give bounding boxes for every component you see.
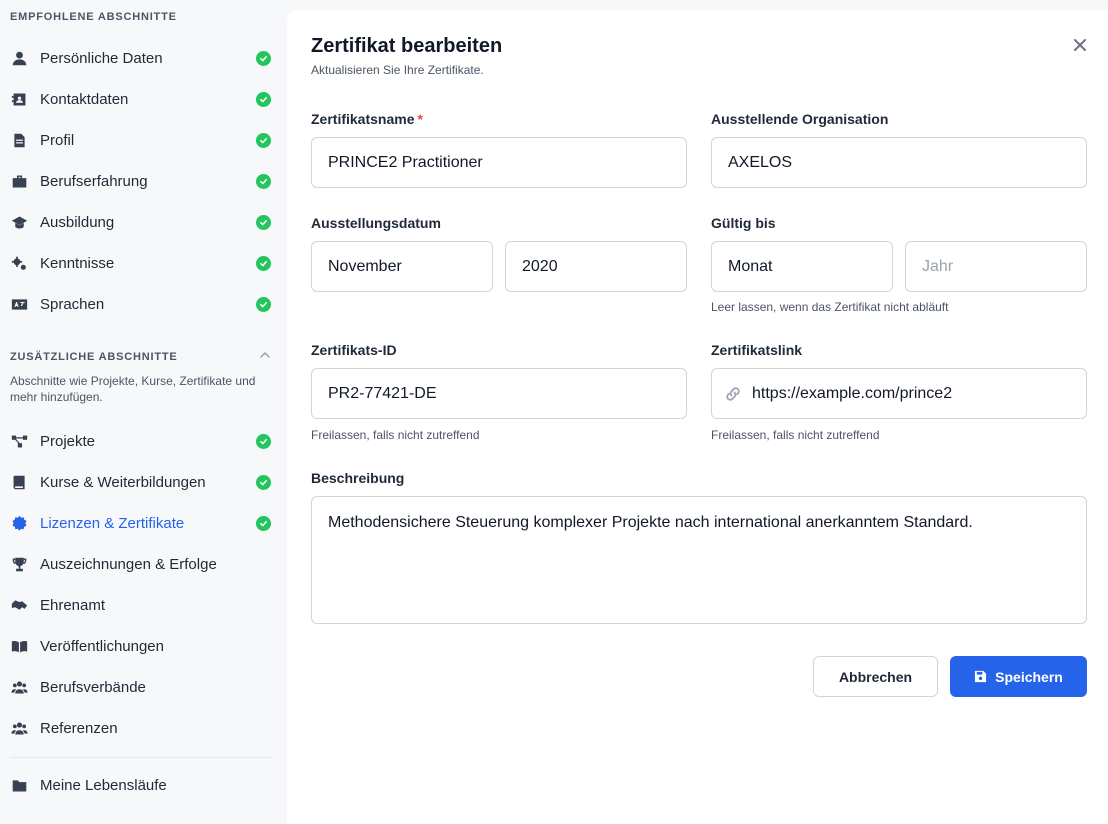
project-diagram-icon xyxy=(10,432,28,450)
sidebar-item-label: Referenzen xyxy=(40,719,118,737)
certificate-id-input[interactable] xyxy=(311,368,687,419)
user-icon xyxy=(10,49,28,67)
link-icon xyxy=(726,387,740,401)
certificate-link-field xyxy=(711,368,1087,419)
save-button-label: Speichern xyxy=(995,668,1063,685)
sidebar-item-profil[interactable]: Profil xyxy=(0,123,287,157)
valid-month-select[interactable] xyxy=(711,241,893,292)
sidebar-item-label: Auszeichnungen & Erfolge xyxy=(40,555,217,573)
completed-check-icon xyxy=(256,255,271,271)
sidebar-item-veroeffentlichungen[interactable]: Veröffentlichungen xyxy=(0,629,287,663)
certificate-link-input[interactable] xyxy=(711,368,1087,419)
completed-check-icon xyxy=(256,91,271,107)
additional-sections-description: Abschnitte wie Projekte, Kurse, Zertifik… xyxy=(10,374,256,404)
issuing-organization-input[interactable] xyxy=(711,137,1087,188)
page-title: Zertifikat bearbeiten xyxy=(311,35,503,57)
certificate-link-label: Zertifikatslink xyxy=(711,342,803,358)
book-icon xyxy=(10,473,28,491)
save-button[interactable]: Speichern xyxy=(950,656,1087,697)
completed-check-icon xyxy=(256,515,271,531)
sidebar-item-label: Ausbildung xyxy=(40,213,115,231)
graduation-cap-icon xyxy=(10,213,28,231)
sidebar-item-berufsverbaende[interactable]: Berufsverbände xyxy=(0,670,287,704)
sidebar-item-label: Kontaktdaten xyxy=(40,90,129,108)
recommended-sections-title: EMPFOHLENE ABSCHNITTE xyxy=(10,11,177,23)
book-open-icon xyxy=(10,637,28,655)
close-button[interactable] xyxy=(1070,35,1090,55)
sidebar-divider xyxy=(10,757,272,758)
sidebar-item-my-resumes[interactable]: Meine Lebensläufe xyxy=(0,768,287,802)
sidebar-item-kontaktdaten[interactable]: Kontaktdaten xyxy=(0,82,287,116)
sidebar-item-berufserfahrung[interactable]: Berufserfahrung xyxy=(0,164,287,198)
completed-check-icon xyxy=(256,433,271,449)
page-subtitle: Aktualisieren Sie Ihre Zertifikate. xyxy=(311,63,484,77)
sidebar-item-label: Persönliche Daten xyxy=(40,49,163,67)
sidebar-item-auszeichnungen-and-erfolge[interactable]: Auszeichnungen & Erfolge xyxy=(0,547,287,581)
valid-until-hint: Leer lassen, wenn das Zertifikat nicht a… xyxy=(711,300,949,314)
users-icon xyxy=(10,678,28,696)
issue-month-select[interactable] xyxy=(311,241,493,292)
completed-check-icon xyxy=(256,173,271,189)
sidebar-item-ehrenamt[interactable]: Ehrenamt xyxy=(0,588,287,622)
sidebar-item-sprachen[interactable]: Sprachen xyxy=(0,287,287,321)
sidebar-item-kurse-and-weiterbildungen[interactable]: Kurse & Weiterbildungen xyxy=(0,465,287,499)
sidebar-item-label: Meine Lebensläufe xyxy=(40,776,167,794)
sidebar-item-label: Lizenzen & Zertifikate xyxy=(40,514,185,532)
sidebar-item-label: Berufsverbände xyxy=(40,678,146,696)
certificate-link-hint: Freilassen, falls nicht zutreffend xyxy=(711,428,880,442)
contact-card-icon xyxy=(10,90,28,108)
certificate-name-label: Zertifikatsname * xyxy=(311,111,423,127)
sidebar-item-projekte[interactable]: Projekte xyxy=(0,424,287,458)
completed-check-icon xyxy=(256,132,271,148)
chevron-up-icon[interactable] xyxy=(258,348,272,362)
completed-check-icon xyxy=(256,474,271,490)
edit-certificate-panel: Zertifikat bearbeiten Aktualisieren Sie … xyxy=(287,10,1108,824)
completed-check-icon xyxy=(256,50,271,66)
handshake-icon xyxy=(10,596,28,614)
description-label: Beschreibung xyxy=(311,470,405,486)
sidebar-item-referenzen[interactable]: Referenzen xyxy=(0,711,287,745)
sidebar-item-label: Ehrenamt xyxy=(40,596,106,614)
document-icon xyxy=(10,131,28,149)
close-icon xyxy=(1074,39,1086,51)
briefcase-icon xyxy=(10,172,28,190)
sidebar-item-label: Profil xyxy=(40,131,75,149)
sidebar-item-ausbildung[interactable]: Ausbildung xyxy=(0,205,287,239)
certificate-icon xyxy=(10,514,28,532)
certificate-name-input[interactable] xyxy=(311,137,687,188)
sidebar-item-label: Kenntnisse xyxy=(40,254,115,272)
additional-sections-title: ZUSÄTZLICHE ABSCHNITTE xyxy=(10,351,178,363)
issue-year-select[interactable] xyxy=(505,241,687,292)
sidebar: EMPFOHLENE ABSCHNITTE Persönliche Daten K… xyxy=(0,0,287,824)
cogs-icon xyxy=(10,254,28,272)
sidebar-item-label: Veröffentlichungen xyxy=(40,637,164,655)
sidebar-item-lizenzen-and-zertifikate[interactable]: Lizenzen & Zertifikate xyxy=(0,506,287,540)
certificate-id-label: Zertifikats-ID xyxy=(311,342,397,358)
completed-check-icon xyxy=(256,214,271,230)
sidebar-item-kenntnisse[interactable]: Kenntnisse xyxy=(0,246,287,280)
sidebar-item-label: Projekte xyxy=(40,432,96,450)
issue-date-label: Ausstellungsdatum xyxy=(311,215,441,231)
sidebar-item-label: Kurse & Weiterbildungen xyxy=(40,473,206,491)
sidebar-item-label: Berufserfahrung xyxy=(40,172,148,190)
sidebar-item-persoenliche-daten[interactable]: Persönliche Daten xyxy=(0,41,287,75)
required-marker: * xyxy=(417,111,423,127)
completed-check-icon xyxy=(256,296,271,312)
save-icon xyxy=(975,670,987,683)
issuing-organization-label: Ausstellende Organisation xyxy=(711,111,889,127)
certificate-id-hint: Freilassen, falls nicht zutreffend xyxy=(311,428,480,442)
folder-icon xyxy=(10,776,28,794)
valid-year-input[interactable] xyxy=(905,241,1087,292)
valid-until-label: Gültig bis xyxy=(711,215,776,231)
trophy-icon xyxy=(10,555,28,573)
sidebar-item-label: Sprachen xyxy=(40,295,105,313)
users-icon xyxy=(10,719,28,737)
language-icon xyxy=(10,295,28,313)
description-textarea[interactable]: Methodensichere Steuerung komplexer Proj… xyxy=(311,496,1087,624)
cancel-button[interactable]: Abbrechen xyxy=(813,656,938,697)
